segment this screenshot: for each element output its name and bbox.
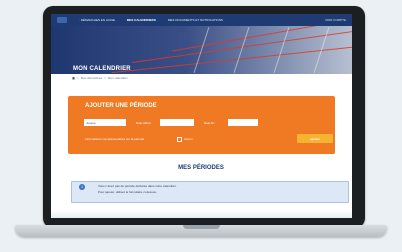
site-logo-icon[interactable]: [57, 17, 67, 23]
breadcrumb-item-demarches[interactable]: Mes démarches: [81, 76, 102, 80]
add-period-title: AJOUTER UNE PÉRIODE: [85, 103, 157, 109]
info-message-line-1: Vous n'avez pas de période déclarée dans…: [98, 184, 177, 188]
breadcrumb: > Mes démarches > Mon calendrier: [72, 76, 128, 80]
nav-item-demarches[interactable]: · DÉMARCHES EN LIGNE: [79, 18, 115, 22]
top-navigation: · DÉMARCHES EN LIGNE MES CALENDRIERS MES…: [51, 14, 352, 26]
start-date-label: Date début: [136, 121, 151, 125]
breadcrumb-separator: >: [104, 76, 106, 80]
additional-info-option: Aucun: [184, 137, 193, 141]
nav-item-calendriers[interactable]: MES CALENDRIERS: [127, 18, 156, 22]
page-title: MON CALENDRIER: [73, 66, 131, 72]
additional-info-label: Informations complémentaires sur la péri…: [85, 137, 145, 141]
period-type-select[interactable]: [84, 119, 126, 126]
add-period-button[interactable]: Ajouter: [297, 134, 333, 143]
calendar-grid-line: [233, 27, 250, 73]
end-date-input[interactable]: [228, 119, 258, 126]
nav-item-documents[interactable]: MES DOCUMENTS ET NOTIFICATIONS: [168, 18, 223, 22]
breadcrumb-item-calendrier: Mon calendrier: [107, 76, 128, 80]
info-message-line-2: Pour ajouter, utilisez le formulaire ci-…: [98, 190, 157, 194]
laptop-notch: [183, 225, 220, 229]
nav-item-account[interactable]: MON COMPTE: [325, 18, 346, 22]
breadcrumb-separator: >: [77, 76, 79, 80]
my-periods-title: MES PÉRIODES: [178, 165, 224, 171]
screen-bottom-fade: [51, 210, 352, 218]
start-date-input[interactable]: [160, 119, 194, 126]
calendar-grid-line: [273, 27, 290, 73]
additional-info-checkbox[interactable]: [177, 137, 182, 142]
calendar-grid-line: [193, 27, 210, 73]
end-date-label: Date fin: [204, 121, 215, 125]
home-icon[interactable]: [72, 76, 75, 80]
info-icon: i: [79, 184, 85, 190]
